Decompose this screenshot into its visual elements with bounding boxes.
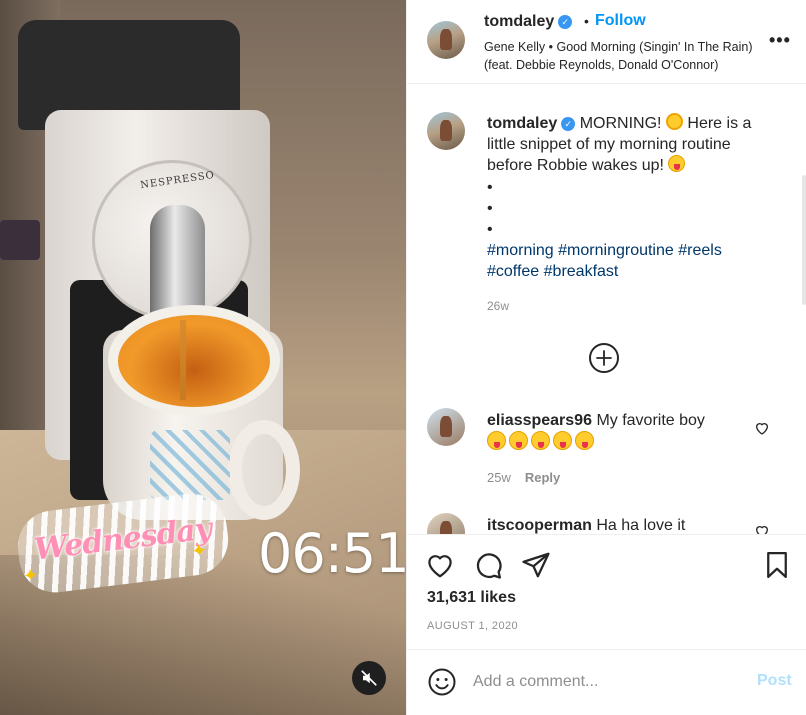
like-heart-icon[interactable]	[425, 550, 455, 580]
mug-handle	[228, 420, 300, 520]
avatar[interactable]	[427, 513, 465, 534]
likes-count[interactable]: 31,631 likes	[427, 589, 516, 607]
hashtag-link[interactable]: #breakfast	[544, 263, 619, 280]
caption-morning: MORNING!	[579, 115, 662, 132]
comment-username[interactable]: eliasspears96	[487, 412, 592, 429]
mute-button[interactable]	[352, 661, 386, 695]
comments-scroll-area[interactable]: tomdaley ✓ MORNING! Here is a little snip…	[407, 85, 806, 535]
speaker-muted-icon	[361, 670, 377, 686]
comment-body: Ha ha love it	[596, 517, 686, 534]
save-bookmark-icon[interactable]	[762, 550, 792, 580]
header-username[interactable]: tomdaley	[484, 13, 554, 30]
caption-text: tomdaley ✓ MORNING! Here is a little snip…	[487, 113, 767, 176]
comment-username[interactable]: itscooperman	[487, 517, 592, 534]
header-separator: •	[584, 13, 589, 29]
comment-meta: 25w Reply	[487, 470, 560, 485]
verified-badge-icon: ✓	[558, 15, 573, 29]
tongue-emoji-icon	[575, 431, 594, 450]
plus-icon	[596, 350, 612, 366]
sparkle-icon: ✦	[22, 564, 40, 587]
bullet: •	[487, 221, 493, 238]
post-panel: tomdaley ✓ • Follow Gene Kelly • Good Mor…	[406, 0, 806, 715]
avatar[interactable]	[427, 21, 465, 59]
caption-hashtags: #morning #morningroutine #reels #coffee …	[487, 240, 777, 282]
add-comment-bar: Post	[407, 649, 806, 715]
hashtag-link[interactable]: #reels	[678, 242, 722, 259]
time-overlay: 06:51	[258, 522, 406, 585]
comment-like-heart-icon[interactable]	[754, 420, 770, 436]
hashtag-link[interactable]: #coffee	[487, 263, 539, 280]
avatar[interactable]	[427, 408, 465, 446]
post-comment-button[interactable]: Post	[757, 672, 792, 690]
reply-button[interactable]: Reply	[525, 470, 560, 485]
comment-text: eliasspears96 My favorite boy	[487, 410, 747, 431]
sun-emoji-icon	[665, 113, 683, 130]
caption-bullets: • • •	[487, 177, 493, 240]
action-bar: 31,631 likes AUGUST 1, 2020	[407, 536, 806, 646]
comment-like-heart-icon[interactable]	[754, 523, 770, 535]
header-username-row: tomdaley ✓	[484, 13, 573, 31]
comment-text: itscooperman Ha ha love it	[487, 515, 747, 534]
avatar[interactable]	[427, 112, 465, 150]
audio-track-link[interactable]: Gene Kelly • Good Morning (Singin' In Th…	[484, 38, 764, 74]
hashtag-link[interactable]: #morningroutine	[558, 242, 674, 259]
coffee-stream	[180, 320, 186, 400]
comment-bubble-icon[interactable]	[473, 550, 503, 580]
tongue-emoji-icon	[553, 431, 572, 450]
comment-timestamp[interactable]: 25w	[487, 470, 511, 485]
post-date[interactable]: AUGUST 1, 2020	[427, 620, 518, 632]
mug-coffee	[118, 315, 270, 407]
verified-badge-icon: ✓	[561, 117, 576, 131]
comment-emoji-row	[487, 431, 594, 450]
share-paper-plane-icon[interactable]	[521, 550, 551, 580]
sparkle-icon: ✦	[190, 539, 208, 562]
post-media[interactable]: NESPRESSO Wednesday ✦ ✦ 06:51	[0, 0, 406, 715]
caption-timestamp[interactable]: 26w	[487, 299, 509, 313]
tongue-emoji-icon	[509, 431, 528, 450]
more-options-icon[interactable]: •••	[769, 30, 791, 51]
comment-input[interactable]	[473, 670, 743, 694]
bullet: •	[487, 200, 493, 217]
scrollbar[interactable]	[802, 175, 806, 305]
tongue-emoji-icon	[531, 431, 550, 450]
post-header: tomdaley ✓ • Follow Gene Kelly • Good Mor…	[407, 0, 806, 84]
hashtag-link[interactable]: #morning	[487, 242, 554, 259]
tongue-emoji-icon	[487, 431, 506, 450]
emoji-picker-icon[interactable]	[427, 667, 457, 697]
follow-button[interactable]: Follow	[595, 12, 646, 30]
bullet: •	[487, 179, 493, 196]
tongue-emoji-icon	[668, 155, 686, 172]
load-more-comments-button[interactable]	[589, 343, 619, 373]
caption-username[interactable]: tomdaley	[487, 115, 557, 132]
shelf-object	[0, 220, 40, 260]
comment-body: My favorite boy	[596, 412, 705, 429]
